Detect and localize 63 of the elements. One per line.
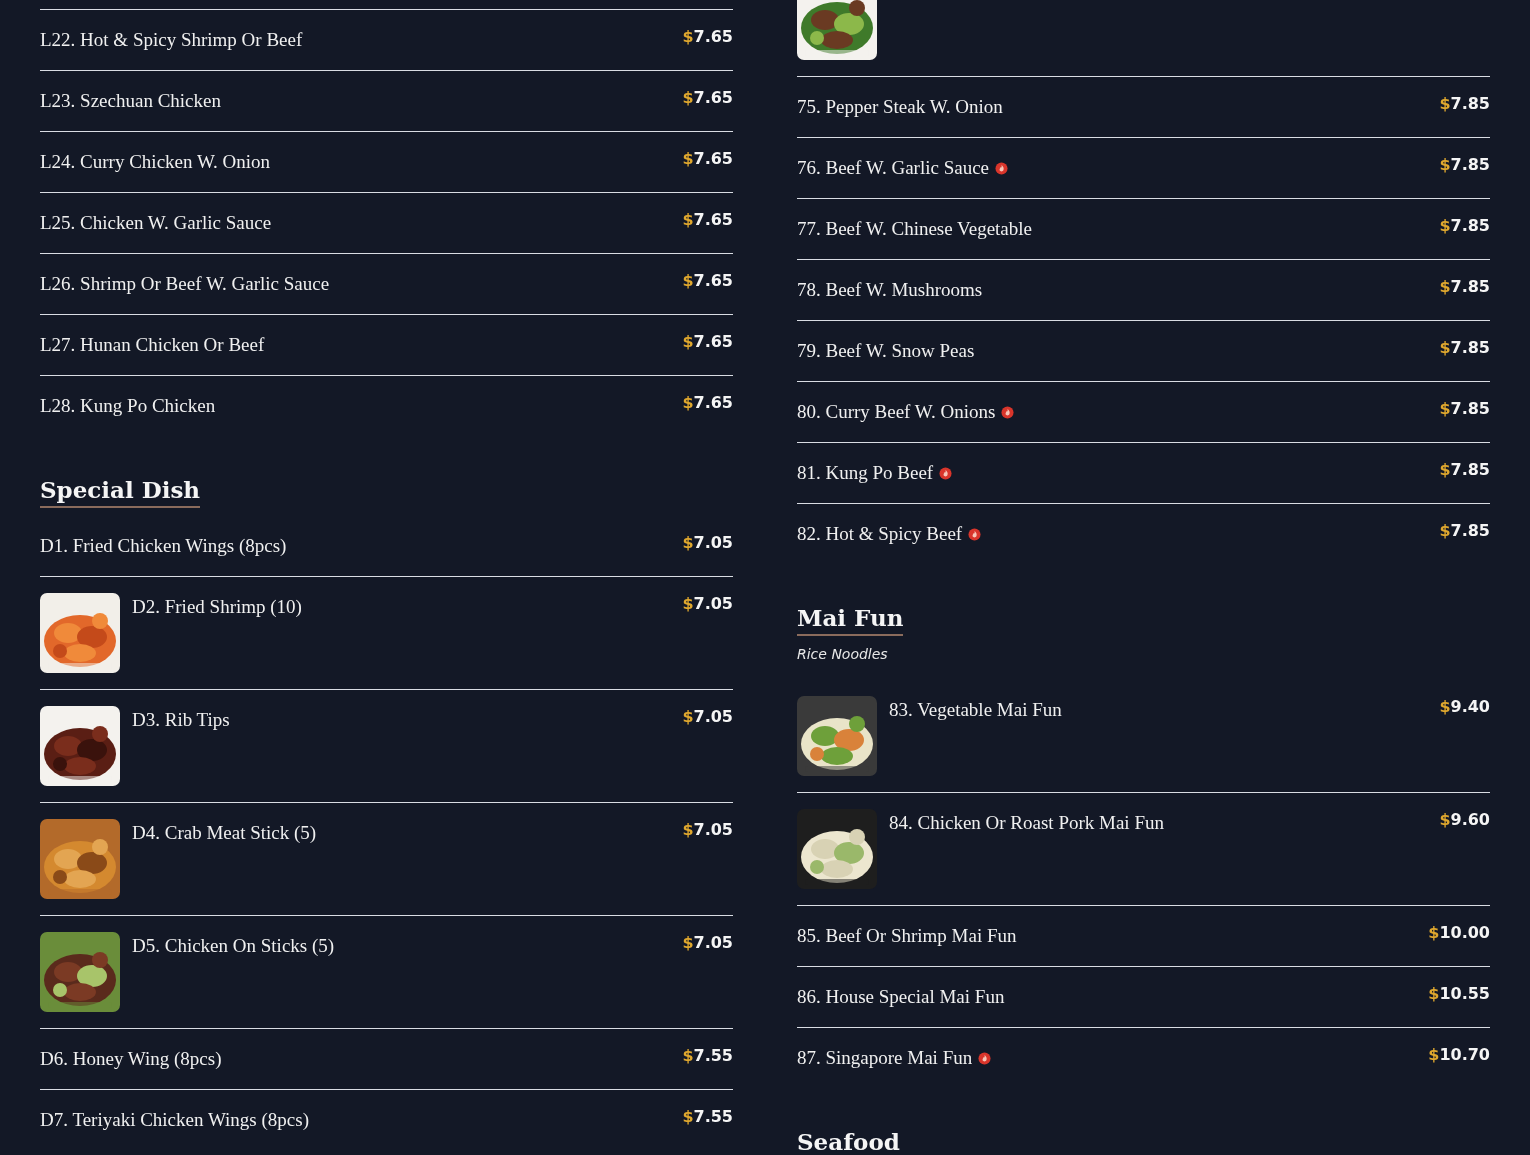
section-subtitle: Rice Noodles — [797, 646, 889, 662]
price: $7.85 — [1439, 459, 1490, 481]
price: $7.65 — [682, 26, 733, 48]
dish-name: L22. Hot & Spicy Shrimp Or Beef — [40, 28, 303, 52]
price: $10.70 — [1428, 1044, 1490, 1066]
dish-name: 76. Beef W. Garlic Sauce — [797, 156, 990, 180]
dish-name: 84. Chicken Or Roast Pork Mai Fun — [889, 811, 1164, 835]
chili-icon — [978, 1051, 992, 1065]
price: $7.05 — [682, 819, 733, 841]
price: $7.65 — [682, 270, 733, 292]
price: $7.85 — [1439, 520, 1490, 542]
price: $9.60 — [1439, 809, 1490, 831]
price: $7.85 — [1439, 154, 1490, 176]
dish-name: L26. Shrimp Or Beef W. Garlic Sauce — [40, 272, 330, 296]
chili-icon — [1001, 405, 1015, 419]
dish-name: L25. Chicken W. Garlic Sauce — [40, 211, 272, 235]
price: $7.65 — [682, 209, 733, 231]
price: $7.05 — [682, 593, 733, 615]
price: $7.85 — [1439, 337, 1490, 359]
dish-name: 83. Vegetable Mai Fun — [889, 698, 1062, 722]
price: $7.65 — [682, 148, 733, 170]
dish-name: 78. Beef W. Mushrooms — [797, 278, 983, 302]
price: $7.55 — [682, 1106, 733, 1128]
dish-name: 80. Curry Beef W. Onions — [797, 400, 996, 424]
dish-name: D6. Honey Wing (8pcs) — [40, 1047, 222, 1071]
dish-name: 82. Hot & Spicy Beef — [797, 522, 963, 546]
section-heading: Seafood — [797, 1126, 900, 1155]
price: $7.55 — [682, 1045, 733, 1067]
dish-name: L23. Szechuan Chicken — [40, 89, 221, 113]
section-heading: Special Dish — [40, 474, 201, 508]
dish-name: L28. Kung Po Chicken — [40, 394, 216, 418]
price: $7.85 — [1439, 93, 1490, 115]
price: $10.00 — [1428, 922, 1490, 944]
dish-name: 87. Singapore Mai Fun — [797, 1046, 973, 1070]
price: $7.05 — [682, 932, 733, 954]
price: $7.85 — [1439, 276, 1490, 298]
dish-name: 75. Pepper Steak W. Onion — [797, 95, 1003, 119]
price: $7.65 — [682, 87, 733, 109]
chili-icon — [939, 466, 953, 480]
dish-name: D7. Teriyaki Chicken Wings (8pcs) — [40, 1108, 309, 1132]
section-heading: Mai Fun — [797, 602, 904, 636]
price: $7.65 — [682, 392, 733, 414]
price: $7.65 — [682, 331, 733, 353]
price: $7.85 — [1439, 215, 1490, 237]
dish-name: 81. Kung Po Beef — [797, 461, 934, 485]
dish-name: 79. Beef W. Snow Peas — [797, 339, 975, 363]
price: $9.40 — [1439, 696, 1490, 718]
dish-name: 85. Beef Or Shrimp Mai Fun — [797, 924, 1017, 948]
price: $10.55 — [1428, 983, 1490, 1005]
price: $7.05 — [682, 532, 733, 554]
dish-name: D1. Fried Chicken Wings (8pcs) — [40, 534, 287, 558]
dish-name: L27. Hunan Chicken Or Beef — [40, 333, 265, 357]
price: $7.05 — [682, 706, 733, 728]
dish-name: 86. House Special Mai Fun — [797, 985, 1005, 1009]
price: $7.85 — [1439, 398, 1490, 420]
dish-name: D5. Chicken On Sticks (5) — [132, 934, 335, 958]
chili-icon — [995, 161, 1009, 175]
dish-name: D2. Fried Shrimp (10) — [132, 595, 302, 619]
dish-name: D3. Rib Tips — [132, 708, 230, 732]
dish-name: 77. Beef W. Chinese Vegetable — [797, 217, 1032, 241]
dish-name: L24. Curry Chicken W. Onion — [40, 150, 271, 174]
chili-icon — [968, 527, 982, 541]
dish-name: D4. Crab Meat Stick (5) — [132, 821, 317, 845]
